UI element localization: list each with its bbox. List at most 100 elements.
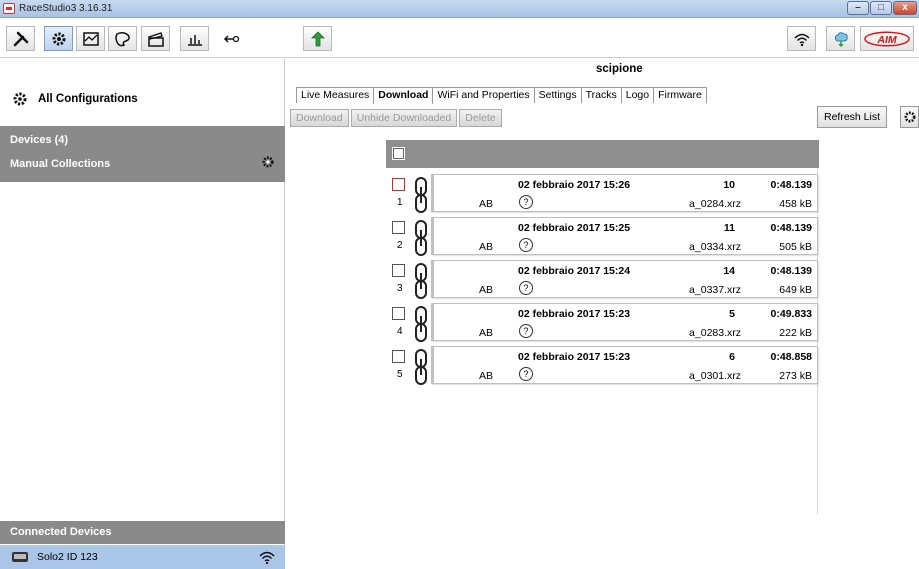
session-card[interactable]: 02 febbraio 2017 15:23 5 0:49.833 AB ? a…	[431, 303, 818, 341]
settings-button[interactable]	[44, 26, 73, 51]
session-row[interactable]: 1 02 febbraio 2017 15:26 10 0:48.139 AB …	[386, 174, 819, 214]
download-data-button[interactable]	[303, 26, 332, 51]
question-icon[interactable]: ?	[519, 324, 533, 338]
chain-link-icon	[415, 177, 427, 213]
session-laps: 10	[723, 179, 735, 191]
session-best-lap: 0:48.139	[770, 265, 812, 277]
session-size: 458 kB	[779, 198, 812, 210]
device-name: Solo2 ID 123	[37, 551, 98, 563]
session-date: 02 febbraio 2017 15:25	[518, 222, 631, 234]
connected-device-item[interactable]: Solo2 ID 123	[0, 545, 285, 569]
tab-wifi-properties[interactable]: WiFi and Properties	[432, 87, 535, 103]
session-size: 273 kB	[779, 370, 812, 382]
session-row[interactable]: 5 02 febbraio 2017 15:23 6 0:48.858 AB ?…	[386, 346, 819, 386]
cloud-icon	[834, 31, 848, 47]
tab-settings[interactable]: Settings	[533, 87, 582, 103]
session-card[interactable]: 02 febbraio 2017 15:25 11 0:48.139 AB ? …	[431, 217, 818, 255]
clapper-icon	[147, 31, 164, 47]
aim-logo: AIM	[864, 31, 910, 46]
session-file: a_0334.xrz	[689, 241, 741, 253]
session-laps: 14	[723, 265, 735, 277]
gear-icon[interactable]	[261, 155, 275, 169]
session-size: 649 kB	[779, 284, 812, 296]
session-row[interactable]: 4 02 febbraio 2017 15:23 5 0:49.833 AB ?…	[386, 303, 819, 343]
download-arrow-icon	[310, 30, 325, 46]
question-icon[interactable]: ?	[519, 238, 533, 252]
close-button[interactable]: x	[893, 1, 917, 15]
all-configurations-item[interactable]: All Configurations	[12, 91, 138, 107]
unhide-downloaded-button[interactable]: Unhide Downloaded	[350, 109, 458, 127]
tab-firmware[interactable]: Firmware	[653, 87, 707, 103]
session-index: 1	[397, 197, 403, 208]
tab-download[interactable]: Download	[373, 87, 434, 104]
session-index: 5	[397, 369, 403, 380]
session-checkbox[interactable]	[392, 178, 405, 191]
device-icon	[12, 552, 28, 562]
session-checkbox[interactable]	[392, 221, 405, 234]
session-date: 02 febbraio 2017 15:24	[518, 265, 631, 277]
configurations-panel: All Configurations Devices (4) Manual Co…	[0, 59, 285, 569]
track-button[interactable]	[108, 26, 137, 51]
import-button[interactable]	[212, 26, 250, 51]
session-file: a_0337.xrz	[689, 284, 741, 296]
device-groups: Devices (4) Manual Collections	[0, 126, 285, 182]
session-card[interactable]: 02 febbraio 2017 15:26 10 0:48.139 AB ? …	[431, 174, 818, 212]
session-row[interactable]: 3 02 febbraio 2017 15:24 14 0:48.139 AB …	[386, 260, 819, 300]
session-card[interactable]: 02 febbraio 2017 15:24 14 0:48.139 AB ? …	[431, 260, 818, 298]
chart-button[interactable]	[180, 26, 209, 51]
session-index: 3	[397, 283, 403, 294]
download-actions: Download Unhide Downloaded Delete	[290, 109, 502, 127]
refresh-list-button[interactable]: Refresh List	[817, 106, 888, 128]
aim-logo-button[interactable]: AIM	[860, 26, 914, 51]
select-all-checkbox[interactable]	[392, 147, 405, 160]
wifi-icon	[259, 551, 275, 565]
chain-link-icon	[415, 263, 427, 299]
session-list-header	[386, 140, 819, 168]
session-driver: AB	[479, 241, 494, 253]
devices-item[interactable]: Devices (4)	[10, 134, 68, 146]
tab-logo[interactable]: Logo	[620, 87, 655, 103]
svg-text:AIM: AIM	[876, 33, 897, 45]
session-checkbox[interactable]	[392, 307, 405, 320]
tab-live-measures[interactable]: Live Measures	[296, 87, 375, 103]
session-row[interactable]: 2 02 febbraio 2017 15:25 11 0:48.139 AB …	[386, 217, 819, 257]
session-driver: AB	[479, 284, 494, 296]
title-bar: RaceStudio3 3.16.31 – □ x	[0, 0, 919, 18]
question-icon[interactable]: ?	[519, 281, 533, 295]
minimize-button[interactable]: –	[847, 1, 869, 15]
session-file: a_0284.xrz	[689, 198, 741, 210]
session-driver: AB	[479, 198, 494, 210]
analysis-icon	[82, 31, 99, 46]
analysis-button[interactable]	[76, 26, 105, 51]
session-date: 02 febbraio 2017 15:26	[518, 179, 631, 191]
manual-collections-item[interactable]: Manual Collections	[10, 158, 110, 170]
session-best-lap: 0:48.139	[770, 222, 812, 234]
session-laps: 5	[729, 308, 735, 320]
device-title: scipione	[596, 63, 643, 75]
session-driver: AB	[479, 327, 494, 339]
session-card[interactable]: 02 febbraio 2017 15:23 6 0:48.858 AB ? a…	[431, 346, 818, 384]
session-file: a_0283.xrz	[689, 327, 741, 339]
wrench-button[interactable]	[6, 26, 35, 51]
tab-tracks[interactable]: Tracks	[580, 87, 622, 103]
cloud-button[interactable]	[826, 26, 855, 51]
maximize-button[interactable]: □	[870, 1, 892, 15]
session-checkbox[interactable]	[392, 264, 405, 277]
session-date: 02 febbraio 2017 15:23	[518, 308, 631, 320]
session-size: 505 kB	[779, 241, 812, 253]
session-checkbox[interactable]	[392, 350, 405, 363]
download-button[interactable]: Download	[290, 109, 349, 127]
wifi-button[interactable]	[787, 26, 816, 51]
video-button[interactable]	[141, 26, 170, 51]
delete-button[interactable]: Delete	[459, 109, 502, 127]
session-laps: 6	[729, 351, 735, 363]
tab-bar: Live Measures Download WiFi and Properti…	[296, 87, 707, 104]
question-icon[interactable]: ?	[519, 195, 533, 209]
question-icon[interactable]: ?	[519, 367, 533, 381]
session-best-lap: 0:48.139	[770, 179, 812, 191]
import-icon	[223, 34, 240, 43]
app-icon	[3, 3, 15, 14]
session-best-lap: 0:48.858	[770, 351, 812, 363]
list-settings-button[interactable]	[900, 106, 919, 128]
session-best-lap: 0:49.833	[770, 308, 812, 320]
